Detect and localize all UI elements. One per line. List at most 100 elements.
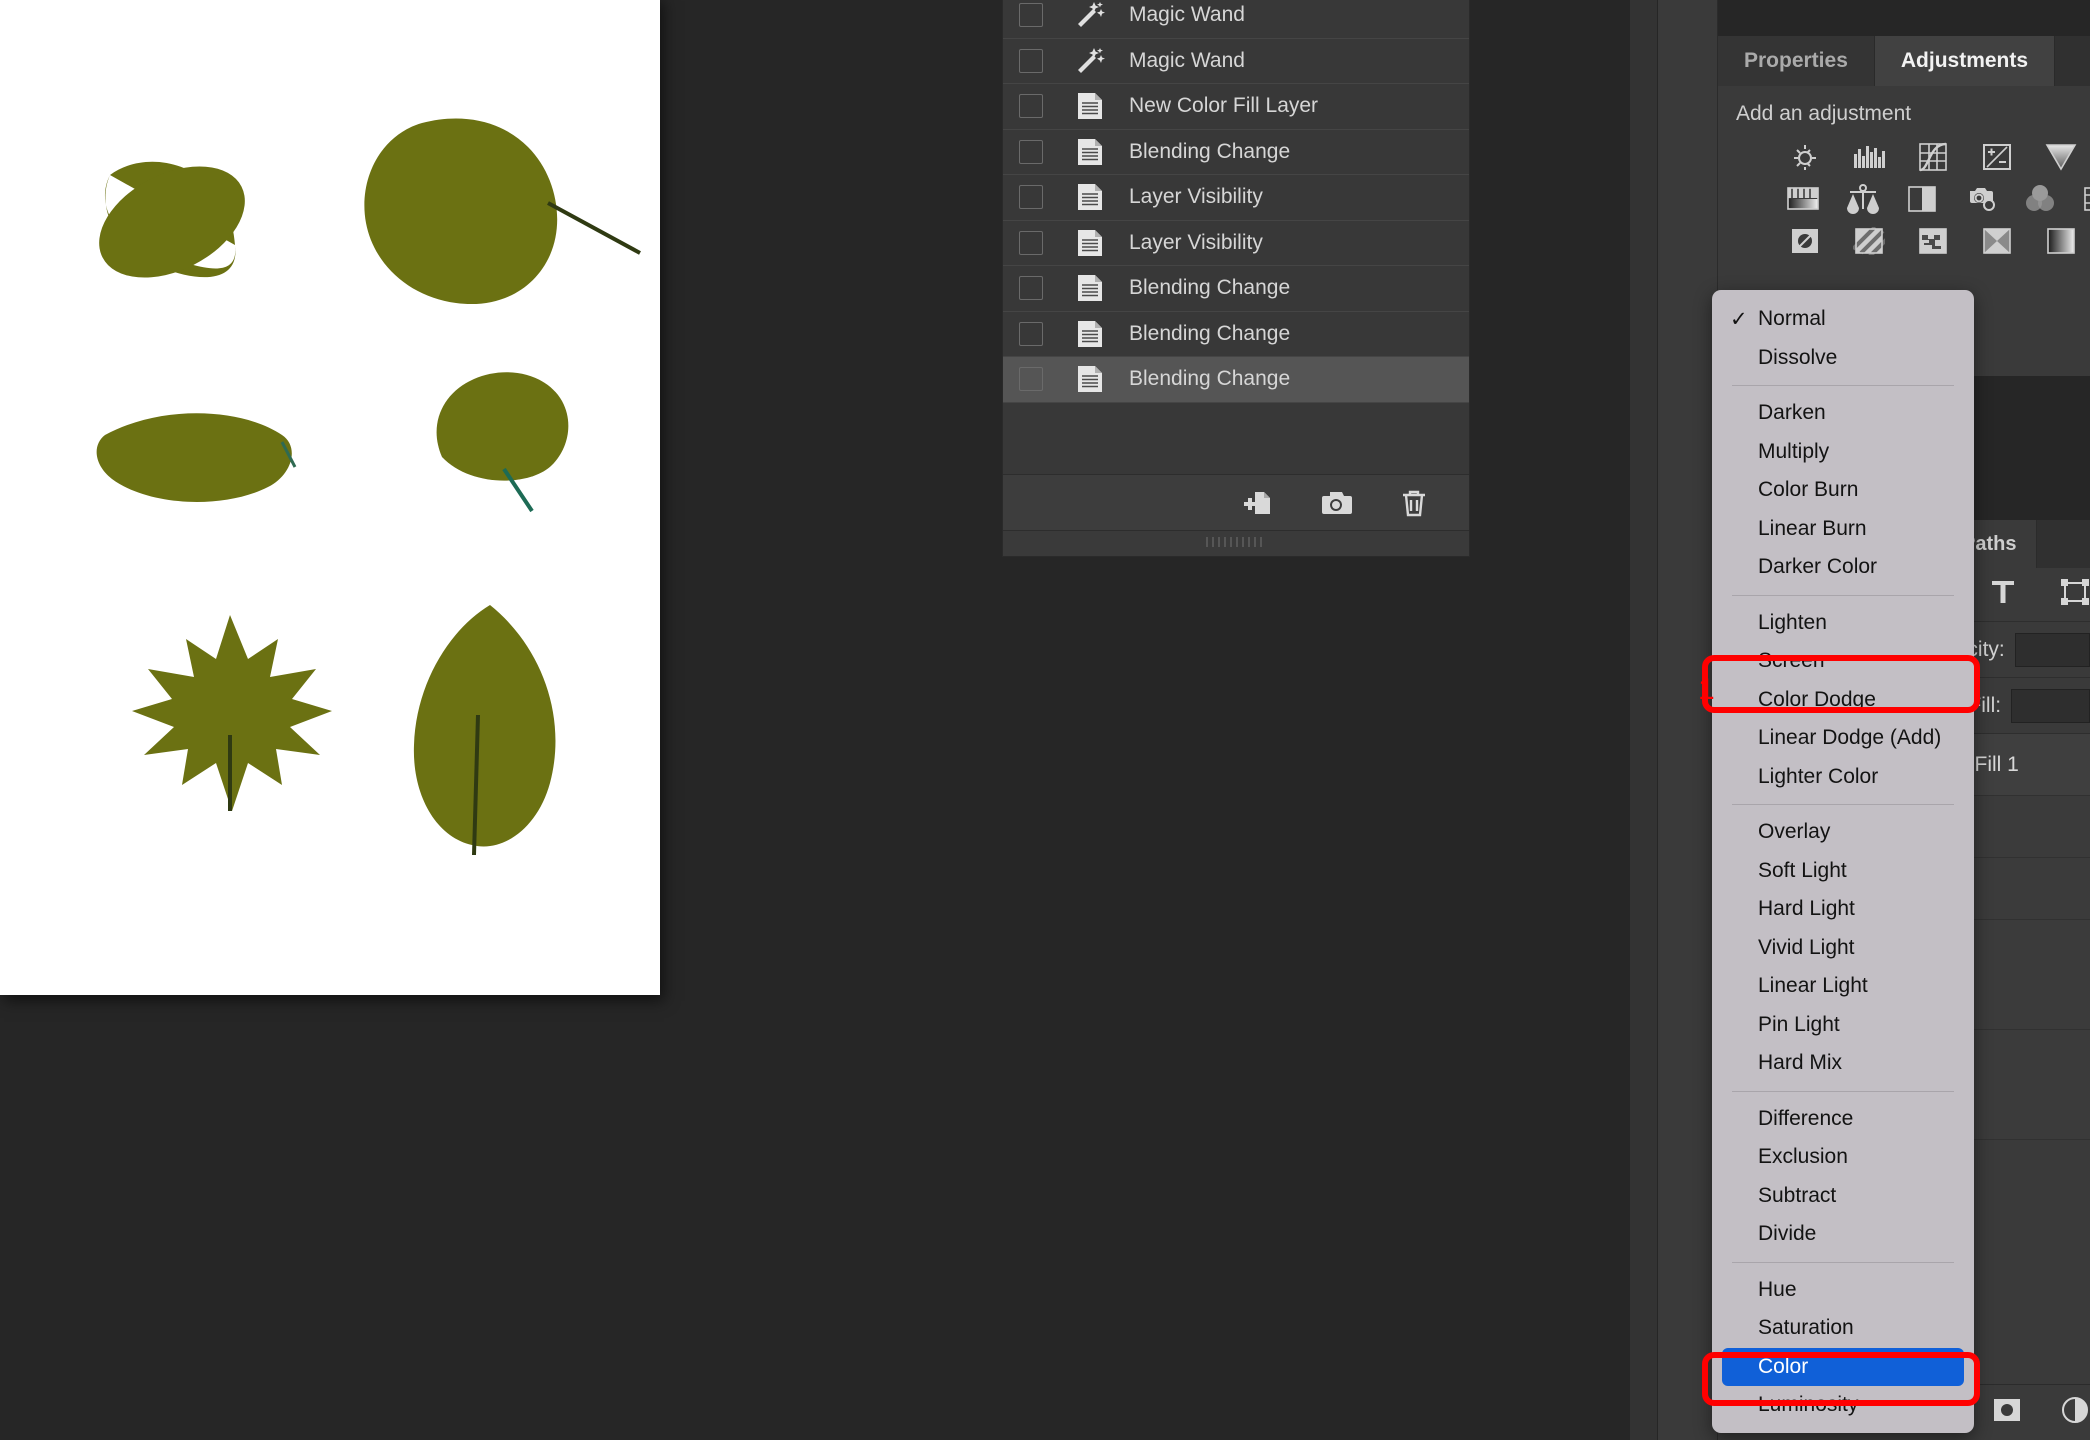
opacity-input[interactable]: [2015, 633, 2090, 667]
gradient-map-icon[interactable]: [1978, 226, 2016, 256]
history-item[interactable]: Blending Change: [1003, 357, 1469, 403]
blend-mode-item[interactable]: Linear Light: [1712, 967, 1974, 1006]
new-document-from-state-icon[interactable]: [1241, 486, 1275, 520]
blend-mode-item[interactable]: Saturation: [1712, 1309, 1974, 1348]
blend-mode-item[interactable]: Color Dodge: [1712, 681, 1974, 720]
adjustment-layer-icon[interactable]: [2060, 1395, 2090, 1430]
menu-separator: [1732, 385, 1954, 386]
color-lookup-icon[interactable]: [2082, 184, 2090, 214]
history-item[interactable]: New Color Fill Layer: [1003, 84, 1469, 130]
adjustment-icon-grid[interactable]: [1736, 142, 2090, 256]
blend-mode-item[interactable]: Lighten: [1712, 604, 1974, 643]
blend-mode-item-label: Linear Burn: [1758, 517, 1867, 541]
blend-mode-item[interactable]: Lighter Color: [1712, 758, 1974, 797]
adjustments-panel-tabs[interactable]: Properties Adjustments: [1718, 36, 2090, 86]
photo-filter-icon[interactable]: [1964, 184, 1998, 214]
levels-icon[interactable]: [1850, 142, 1888, 172]
brightness-contrast-icon[interactable]: [1786, 142, 1824, 172]
history-item-checkbox[interactable]: [1019, 140, 1043, 164]
blend-mode-item[interactable]: Exclusion: [1712, 1138, 1974, 1177]
hue-saturation-icon[interactable]: [1786, 184, 1820, 214]
trash-icon[interactable]: [1397, 486, 1431, 520]
curves-icon[interactable]: [1914, 142, 1952, 172]
history-item[interactable]: Layer Visibility: [1003, 175, 1469, 221]
selective-color-icon[interactable]: [2042, 226, 2080, 256]
text-filter-icon[interactable]: [1990, 578, 2016, 611]
history-item[interactable]: Blending Change: [1003, 130, 1469, 176]
history-item-checkbox[interactable]: [1019, 367, 1043, 391]
blend-mode-item[interactable]: Darker Color: [1712, 548, 1974, 587]
history-item-label: Blending Change: [1129, 276, 1290, 300]
blend-mode-item[interactable]: Color: [1722, 1348, 1964, 1387]
history-item-checkbox[interactable]: [1019, 276, 1043, 300]
history-item-checkbox[interactable]: [1019, 49, 1043, 73]
dock-column-outer: [1630, 0, 1658, 1440]
blend-mode-item[interactable]: Screen: [1712, 642, 1974, 681]
blend-mode-dropdown-menu[interactable]: NormalDissolve DarkenMultiply Color Burn Li…: [1712, 290, 1974, 1433]
invert-icon[interactable]: [1786, 226, 1824, 256]
shape-filter-icon[interactable]: [2060, 578, 2090, 611]
blend-mode-item[interactable]: Color Burn: [1712, 471, 1974, 510]
color-balance-icon[interactable]: [1846, 184, 1880, 214]
history-item[interactable]: Magic Wand: [1003, 39, 1469, 85]
blend-mode-item[interactable]: Normal: [1712, 300, 1974, 339]
history-item[interactable]: Blending Change: [1003, 266, 1469, 312]
blend-mode-item-label: Color Burn: [1758, 478, 1858, 502]
blend-mode-item-label: Difference: [1758, 1107, 1853, 1131]
blend-mode-item[interactable]: Subtract: [1712, 1177, 1974, 1216]
document-icon: [1075, 182, 1105, 212]
history-panel-resize-grip[interactable]: [1003, 530, 1469, 556]
camera-snapshot-icon[interactable]: [1319, 486, 1353, 520]
history-panel[interactable]: Magic Wand Magic Wand New Color Fill Layer…: [1002, 0, 1470, 557]
history-item[interactable]: Blending Change: [1003, 312, 1469, 358]
black-and-white-icon[interactable]: [1906, 184, 1938, 214]
history-item-label: Magic Wand: [1129, 49, 1245, 73]
history-item-checkbox[interactable]: [1019, 94, 1043, 118]
history-item[interactable]: Magic Wand: [1003, 0, 1469, 39]
document-icon: [1075, 228, 1105, 258]
tab-properties-label: Properties: [1744, 49, 1848, 73]
blend-mode-item[interactable]: Hard Light: [1712, 890, 1974, 929]
adjustment-icon-row-1[interactable]: [1786, 142, 2090, 172]
document-canvas[interactable]: [0, 0, 660, 995]
blend-mode-item[interactable]: Dissolve: [1712, 339, 1974, 378]
tab-properties[interactable]: Properties: [1718, 36, 1875, 86]
dock-column-icons[interactable]: [1658, 0, 1718, 1440]
history-item-checkbox[interactable]: [1019, 322, 1043, 346]
grip-dots: [1206, 537, 1266, 547]
history-item-label: Layer Visibility: [1129, 231, 1263, 255]
blend-mode-item[interactable]: Difference: [1712, 1100, 1974, 1139]
tab-adjustments[interactable]: Adjustments: [1875, 36, 2055, 86]
history-panel-footer[interactable]: [1003, 474, 1469, 530]
posterize-icon[interactable]: [1850, 226, 1888, 256]
fill-input[interactable]: [2011, 689, 2090, 723]
blend-mode-item[interactable]: Vivid Light: [1712, 929, 1974, 968]
vibrance-icon[interactable]: [2042, 142, 2080, 172]
blend-mode-item-label: Darker Color: [1758, 555, 1877, 579]
document-icon: [1075, 364, 1105, 394]
blend-mode-item[interactable]: Luminosity: [1712, 1386, 1974, 1425]
channel-mixer-icon[interactable]: [2024, 184, 2056, 214]
blend-mode-item[interactable]: Pin Light: [1712, 1006, 1974, 1045]
blend-mode-item[interactable]: Darken: [1712, 394, 1974, 433]
blend-mode-item[interactable]: Soft Light: [1712, 852, 1974, 891]
history-item-label: Blending Change: [1129, 322, 1290, 346]
blend-mode-item[interactable]: Linear Dodge (Add): [1712, 719, 1974, 758]
blend-mode-item[interactable]: Multiply: [1712, 433, 1974, 472]
history-item-checkbox[interactable]: [1019, 3, 1043, 27]
blend-mode-item[interactable]: Divide: [1712, 1215, 1974, 1254]
threshold-icon[interactable]: [1914, 226, 1952, 256]
adjustment-icon-row-2[interactable]: [1786, 184, 2090, 214]
blend-mode-item[interactable]: Hard Mix: [1712, 1044, 1974, 1083]
history-item-checkbox[interactable]: [1019, 231, 1043, 255]
blend-mode-item[interactable]: Overlay: [1712, 813, 1974, 852]
blend-mode-item-label: Pin Light: [1758, 1013, 1840, 1037]
history-list[interactable]: Magic Wand Magic Wand New Color Fill Layer…: [1003, 0, 1469, 403]
history-item[interactable]: Layer Visibility: [1003, 221, 1469, 267]
adjustment-icon-row-3[interactable]: [1786, 226, 2090, 256]
exposure-icon[interactable]: [1978, 142, 2016, 172]
blend-mode-item[interactable]: Hue: [1712, 1271, 1974, 1310]
history-item-checkbox[interactable]: [1019, 185, 1043, 209]
blend-mode-item[interactable]: Linear Burn: [1712, 510, 1974, 549]
layer-mask-icon[interactable]: [1992, 1397, 2022, 1428]
